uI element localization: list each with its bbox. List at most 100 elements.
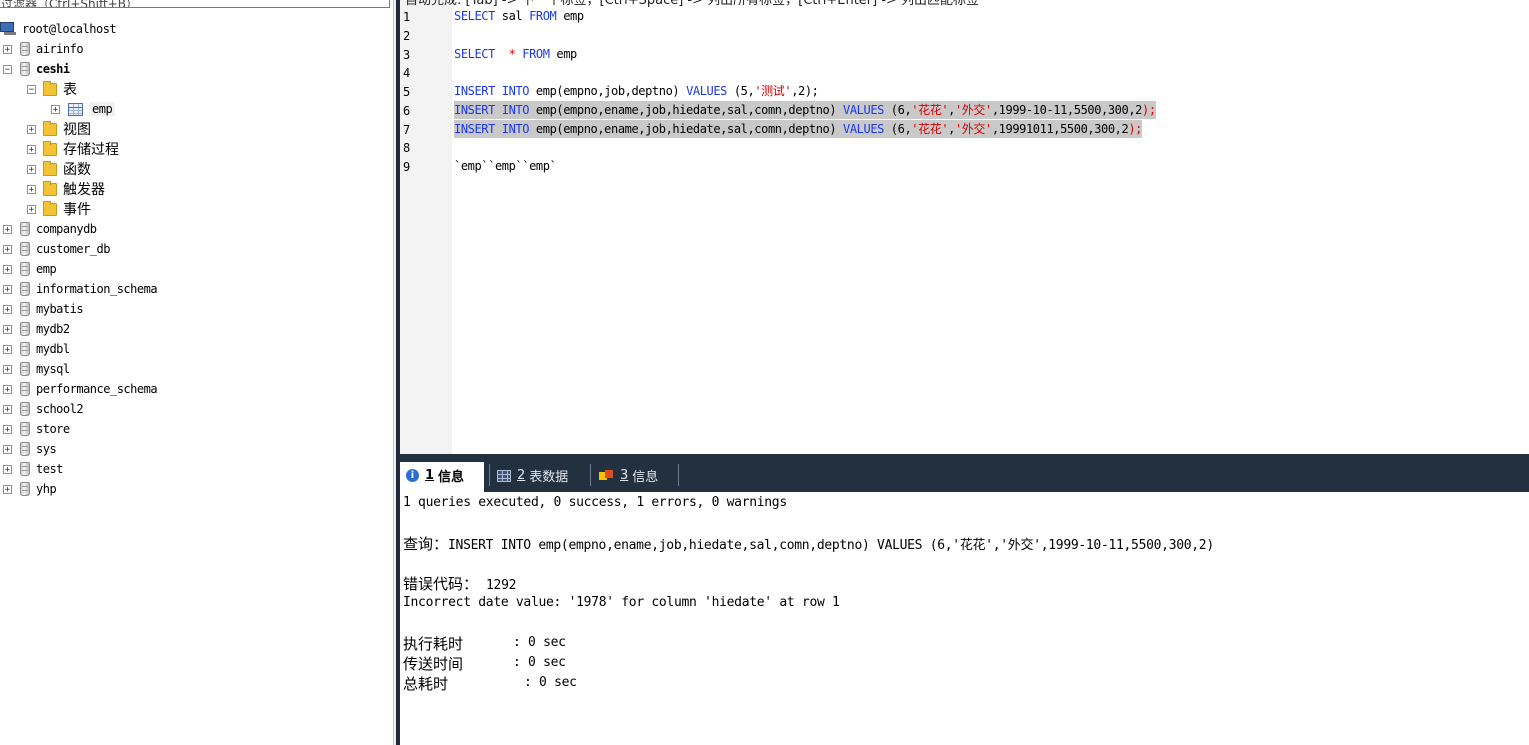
expand-icon[interactable]: + bbox=[3, 404, 12, 414]
query-label: 查询： bbox=[403, 535, 449, 553]
database-icon bbox=[20, 342, 30, 356]
expand-icon[interactable]: + bbox=[27, 164, 36, 174]
query-line: 查询：INSERT INTO emp(empno,ename,job,hieda… bbox=[403, 533, 1214, 554]
tree-node-mydbl[interactable]: + mydbl bbox=[3, 339, 70, 359]
expand-icon[interactable]: + bbox=[3, 424, 12, 434]
expand-icon[interactable]: + bbox=[3, 324, 12, 334]
sql-keyword: VALUES bbox=[686, 84, 728, 98]
sql-keyword: INSERT bbox=[454, 102, 495, 117]
host-node[interactable]: root@localhost bbox=[0, 19, 117, 39]
sql-text: emp(empno,ename,job,hiedate,sal,comn,dep… bbox=[529, 121, 844, 136]
filter-input[interactable]: 过滤器（Ctrl+Shift+B） bbox=[0, 0, 390, 8]
tree-node-label: sys bbox=[36, 442, 57, 456]
expand-icon[interactable]: + bbox=[27, 144, 36, 154]
tree-node-emp[interactable]: + emp bbox=[3, 259, 57, 279]
tab-table-data-2[interactable]: 2 表数据 bbox=[491, 462, 587, 489]
tree-node-label: 函数 bbox=[63, 162, 91, 178]
expand-icon[interactable]: + bbox=[3, 344, 12, 354]
expand-icon[interactable]: + bbox=[3, 224, 12, 234]
collapse-icon[interactable]: − bbox=[27, 84, 36, 94]
tree-node-performance_schema[interactable]: + performance_schema bbox=[3, 379, 158, 399]
results-panel[interactable]: 1 queries executed, 0 success, 1 errors,… bbox=[400, 492, 1529, 745]
object-browser: 过滤器（Ctrl+Shift+B） root@localhost + airinf… bbox=[0, 0, 393, 745]
tree-node-procs[interactable]: + 存储过程 bbox=[27, 139, 119, 159]
expand-icon[interactable]: + bbox=[3, 284, 12, 294]
collapse-icon[interactable]: − bbox=[3, 64, 12, 74]
database-icon bbox=[20, 62, 30, 76]
tree-node-label: 视图 bbox=[63, 122, 91, 138]
sql-text: ,19991011,5500,300,2 bbox=[991, 121, 1129, 136]
tree-node-school2[interactable]: + school2 bbox=[3, 399, 84, 419]
table-icon bbox=[68, 102, 83, 116]
sql-keyword: VALUES bbox=[843, 102, 884, 117]
line-number: 9 bbox=[403, 160, 411, 174]
tree-node-triggers[interactable]: + 触发器 bbox=[27, 179, 105, 199]
sql-text: ,2); bbox=[791, 84, 819, 98]
tree-node-events[interactable]: + 事件 bbox=[27, 199, 91, 219]
sql-string: '花花' bbox=[911, 102, 949, 117]
expand-icon[interactable]: + bbox=[27, 184, 36, 194]
total-time-label: 总耗时 bbox=[403, 675, 449, 693]
tree-node-label: emp bbox=[36, 262, 57, 276]
expand-icon[interactable]: + bbox=[3, 384, 12, 394]
expand-icon[interactable]: + bbox=[3, 304, 12, 314]
database-icon bbox=[20, 382, 30, 396]
tree-node-mybatis[interactable]: + mybatis bbox=[3, 299, 84, 319]
tree-node-label: companydb bbox=[36, 222, 97, 236]
sql-string: '外交' bbox=[954, 121, 992, 136]
expand-icon[interactable]: + bbox=[3, 364, 12, 374]
filter-placeholder: 过滤器（Ctrl+Shift+B） bbox=[1, 0, 138, 8]
panel-splitter[interactable] bbox=[393, 0, 400, 745]
error-code-line: 错误代码： 1292 bbox=[403, 573, 516, 594]
tree-node-ceshi[interactable]: − ceshi bbox=[3, 59, 70, 79]
database-icon bbox=[20, 442, 30, 456]
line-number: 6 bbox=[403, 103, 411, 118]
line-number: 1 bbox=[403, 10, 411, 24]
error-code-label: 错误代码： bbox=[403, 575, 479, 593]
sql-editor[interactable]: 123456789 自动完成: [Tab] -> 下一个标签，[Ctrl+Spa… bbox=[400, 0, 1529, 454]
tree-node-tables[interactable]: − 表 bbox=[27, 79, 77, 99]
tree-node-yhp[interactable]: + yhp bbox=[3, 479, 57, 499]
tree-node-information_schema[interactable]: + information_schema bbox=[3, 279, 158, 299]
expand-icon[interactable]: + bbox=[27, 124, 36, 134]
tree-node-airinfo[interactable]: + airinfo bbox=[3, 39, 84, 59]
expand-icon[interactable]: + bbox=[3, 44, 12, 54]
sql-text: , bbox=[948, 102, 955, 117]
tab-info-1[interactable]: i 1 信息 bbox=[400, 462, 484, 489]
result-tab-bar: i 1 信息 2 表数据 3 信息 bbox=[400, 460, 1529, 489]
expand-icon[interactable]: + bbox=[27, 204, 36, 214]
tree-node-mysql[interactable]: + mysql bbox=[3, 359, 70, 379]
tree-node-label: emp bbox=[89, 102, 116, 116]
expand-icon[interactable]: + bbox=[3, 464, 12, 474]
error-message: Incorrect date value: '1978' for column … bbox=[403, 595, 840, 610]
tree-node-companydb[interactable]: + companydb bbox=[3, 219, 97, 239]
exec-time-label: 执行耗时 bbox=[403, 635, 464, 653]
code-line: `emp``emp``emp` bbox=[454, 157, 557, 175]
tree-node-mydb2[interactable]: + mydb2 bbox=[3, 319, 70, 339]
tree-node-sys[interactable]: + sys bbox=[3, 439, 57, 459]
transfer-time-label: 传送时间 bbox=[403, 655, 464, 673]
tree-node-label: ceshi bbox=[36, 62, 70, 76]
line-number: 3 bbox=[403, 47, 411, 62]
sql-string: '外交' bbox=[954, 102, 992, 117]
tree-node-test[interactable]: + test bbox=[3, 459, 63, 479]
expand-icon[interactable]: + bbox=[3, 484, 12, 494]
sql-text: emp bbox=[549, 46, 577, 61]
tree-node-customer_db[interactable]: + customer_db bbox=[3, 239, 110, 259]
tree-node-store[interactable]: + store bbox=[3, 419, 70, 439]
tab-messages-3[interactable]: 3 信息 bbox=[593, 462, 679, 489]
expand-icon[interactable]: + bbox=[51, 104, 60, 114]
tree-node-funcs[interactable]: + 函数 bbox=[27, 159, 91, 179]
tree-node-label: mydb2 bbox=[36, 322, 70, 336]
expand-icon[interactable]: + bbox=[3, 444, 12, 454]
tab-number: 1 bbox=[425, 468, 435, 483]
expand-icon[interactable]: + bbox=[3, 244, 12, 254]
tree-node-emp-table[interactable]: + emp bbox=[51, 99, 116, 119]
tree-node-views[interactable]: + 视图 bbox=[27, 119, 91, 139]
line-number: 8 bbox=[403, 141, 411, 156]
exec-time-value: : 0 sec bbox=[513, 635, 566, 650]
expand-icon[interactable]: + bbox=[3, 264, 12, 274]
sql-keyword: INTO bbox=[501, 84, 530, 98]
